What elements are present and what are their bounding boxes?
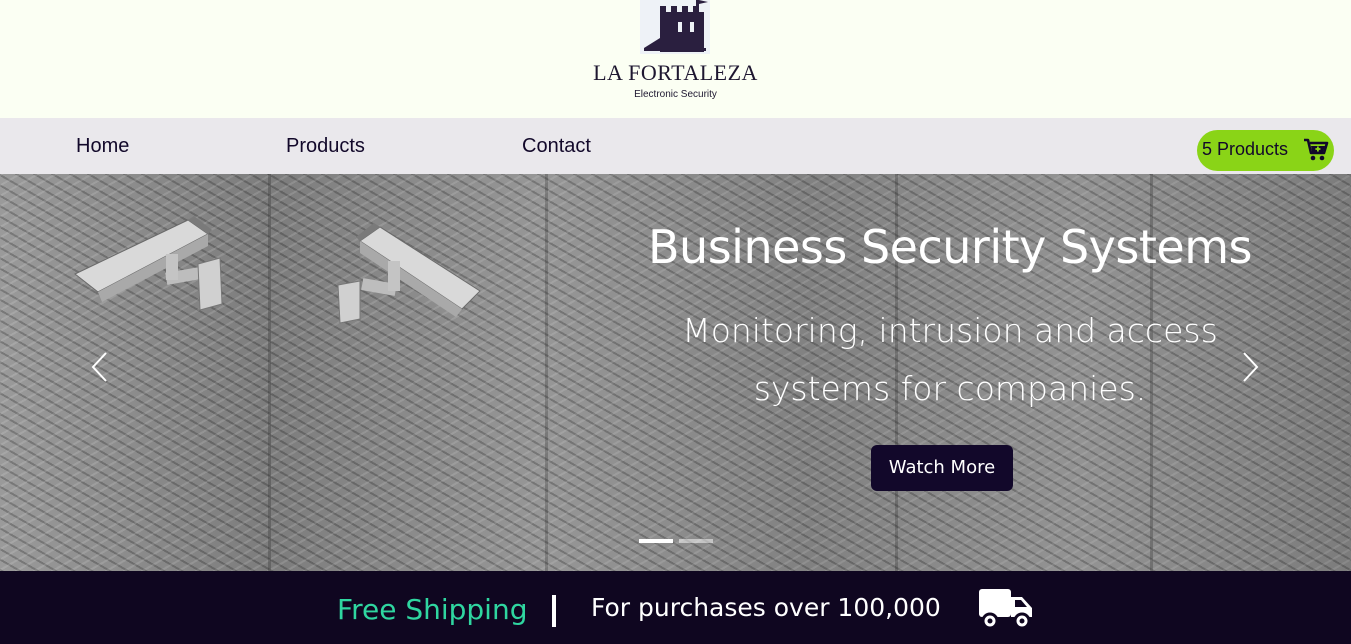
site-header: LA FORTALEZA Electronic Security xyxy=(0,0,1351,118)
castle-tower-icon[interactable] xyxy=(640,0,710,54)
security-camera-right xyxy=(337,223,481,324)
wall-panel-seam xyxy=(268,174,271,571)
main-nav: Home Products Contact 5 Products xyxy=(0,118,1351,174)
cart-count-label: 5 Products xyxy=(1202,139,1289,159)
wall-panel-seam xyxy=(545,174,548,571)
free-shipping-label: Free Shipping xyxy=(337,593,528,626)
cart-plus-icon xyxy=(1304,138,1329,161)
shipping-condition-text: For purchases over 100,000 xyxy=(591,593,941,622)
hero-carousel: Business Security Systems Monitoring, in… xyxy=(0,174,1351,571)
nav-contact-link[interactable]: Contact xyxy=(522,135,591,158)
carousel-indicator-2[interactable] xyxy=(679,539,713,543)
nav-products-link[interactable]: Products xyxy=(286,135,365,158)
brand-tagline: Electronic Security xyxy=(634,89,717,100)
security-camera-left xyxy=(74,216,223,311)
hero-title: Business Security Systems xyxy=(648,220,1253,274)
delivery-truck-icon xyxy=(979,589,1032,630)
carousel-indicator-1[interactable] xyxy=(639,539,673,543)
chevron-left-icon[interactable] xyxy=(88,350,112,384)
hero-subtitle: Monitoring, intrusion and access systems… xyxy=(682,311,1218,408)
banner-divider xyxy=(552,595,556,627)
brand-name: LA FORTALEZA xyxy=(593,60,758,85)
shipping-banner: Free Shipping For purchases over 100,000 xyxy=(0,571,1351,644)
watch-more-button[interactable]: Watch More xyxy=(871,445,1013,491)
cart-button[interactable]: 5 Products xyxy=(1197,130,1334,171)
nav-home-link[interactable]: Home xyxy=(76,135,129,158)
